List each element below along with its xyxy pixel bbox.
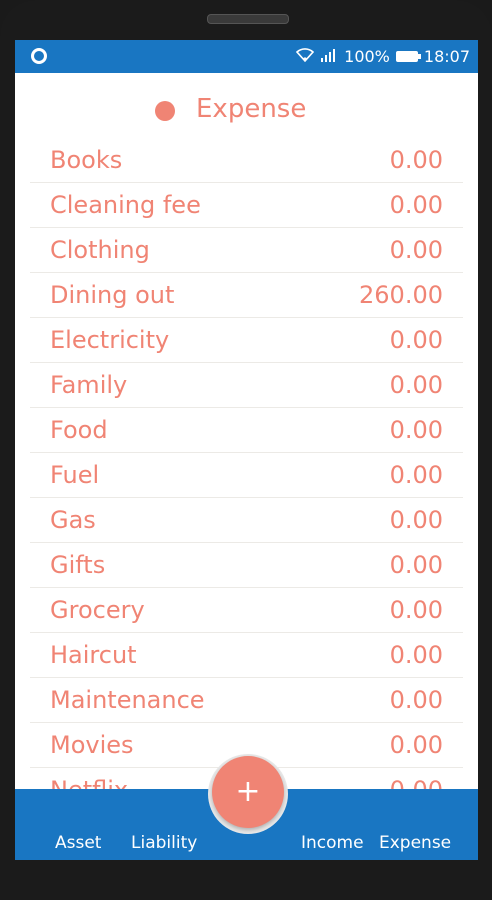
category-label: Clothing [50,236,150,264]
screen: 100% 18:07 Expense Books 0.00 Cleaning fee… [15,40,478,862]
nav-income[interactable]: Income [301,833,364,853]
list-item[interactable]: Maintenance 0.00 [30,678,463,723]
category-amount: 0.00 [389,191,443,219]
category-label: Movies [50,731,134,759]
bottom-bezel [0,860,492,900]
category-label: Maintenance [50,686,205,714]
category-list: Books 0.00 Cleaning fee 0.00 Clothing 0.00 Din… [15,138,478,813]
signal-icon [320,47,338,66]
list-item[interactable]: Family 0.00 [30,363,463,408]
expense-dot-icon [155,101,175,121]
category-amount: 0.00 [389,461,443,489]
category-amount: 0.00 [389,371,443,399]
category-label: Gas [50,506,96,534]
category-label: Books [50,146,123,174]
category-amount: 0.00 [389,236,443,264]
list-item[interactable]: Gifts 0.00 [30,543,463,588]
category-amount: 0.00 [389,731,443,759]
category-label: Haircut [50,641,137,669]
notification-circle-icon [31,48,47,64]
list-item[interactable]: Food 0.00 [30,408,463,453]
page-header: Expense [15,90,478,130]
list-item[interactable]: Grocery 0.00 [30,588,463,633]
wifi-icon [296,47,315,66]
category-label: Family [50,371,128,399]
list-item[interactable]: Dining out 260.00 [30,273,463,318]
list-item[interactable]: Gas 0.00 [30,498,463,543]
category-label: Cleaning fee [50,191,201,219]
status-right: 100% 18:07 [296,40,470,73]
category-amount: 0.00 [389,596,443,624]
status-bar: 100% 18:07 [15,40,478,73]
battery-icon [395,51,421,62]
category-label: Electricity [50,326,170,354]
category-label: Gifts [50,551,106,579]
category-amount: 0.00 [389,641,443,669]
nav-asset[interactable]: Asset [55,833,101,853]
category-amount: 0.00 [389,506,443,534]
list-item[interactable]: Clothing 0.00 [30,228,463,273]
list-item[interactable]: Fuel 0.00 [30,453,463,498]
category-label: Grocery [50,596,145,624]
nav-expense[interactable]: Expense [379,833,451,853]
list-item[interactable]: Electricity 0.00 [30,318,463,363]
add-button[interactable]: + [212,756,284,828]
category-label: Dining out [50,281,175,309]
list-item[interactable]: Cleaning fee 0.00 [30,183,463,228]
speaker-grille [207,14,289,24]
clock-time: 18:07 [423,47,470,66]
phone-frame: 100% 18:07 Expense Books 0.00 Cleaning fee… [0,0,492,900]
category-amount: 0.00 [389,326,443,354]
category-amount: 0.00 [389,551,443,579]
page-title: Expense [196,94,307,124]
nav-liability[interactable]: Liability [131,833,197,853]
battery-percent: 100% [344,47,390,66]
category-label: Food [50,416,108,444]
category-amount: 0.00 [389,146,443,174]
list-item[interactable]: Haircut 0.00 [30,633,463,678]
category-amount: 0.00 [389,686,443,714]
list-item[interactable]: Books 0.00 [30,138,463,183]
category-amount: 0.00 [389,416,443,444]
category-amount: 260.00 [359,281,443,309]
category-label: Fuel [50,461,100,489]
